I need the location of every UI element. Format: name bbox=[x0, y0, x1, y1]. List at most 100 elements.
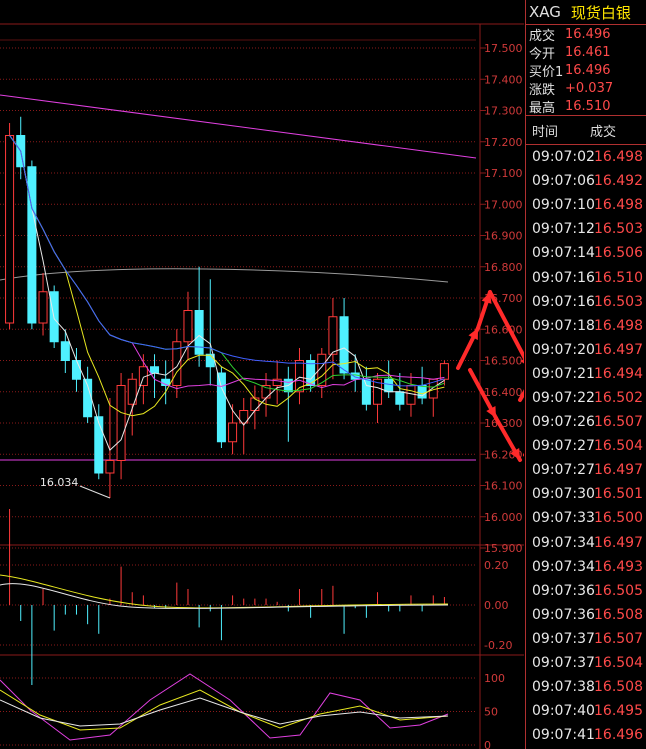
tick-row[interactable]: 09:07:27 16.504 bbox=[526, 434, 646, 458]
tick-time: 09:07:38 bbox=[532, 679, 595, 696]
tick-row[interactable]: 09:07:06 16.492 bbox=[526, 169, 646, 193]
candle-down bbox=[27, 166, 37, 324]
tick-price: 16.504 bbox=[594, 438, 643, 455]
candle-down bbox=[361, 378, 371, 405]
candle-down bbox=[216, 372, 226, 443]
tick-row[interactable]: 09:07:02 16.498 bbox=[526, 145, 646, 169]
quote-label: 今开 bbox=[529, 46, 556, 62]
tick-row[interactable]: 09:07:33 16.500 bbox=[526, 506, 646, 530]
tick-price: 16.505 bbox=[594, 582, 643, 599]
low-pointer bbox=[79, 485, 111, 499]
kdj-k-line bbox=[0, 697, 449, 727]
tick-time: 09:07:26 bbox=[532, 414, 595, 431]
tick-row[interactable]: 09:07:36 16.505 bbox=[526, 579, 646, 603]
tick-time: 09:07:21 bbox=[532, 365, 595, 382]
candlestick-chart[interactable]: 17.500 17.400 17.300 17.200 17.100 17.000 16.9… bbox=[0, 0, 524, 749]
quote-row: 最高 16.510 bbox=[526, 97, 646, 116]
tick-time: 09:07:37 bbox=[532, 655, 595, 672]
tick-time: 09:07:41 bbox=[532, 727, 595, 744]
tick-row[interactable]: 09:07:37 16.507 bbox=[526, 627, 646, 651]
macd-tick-label: -0.20 bbox=[484, 639, 512, 652]
tick-row[interactable]: 09:07:16 16.503 bbox=[526, 290, 646, 314]
tick-row[interactable]: 09:07:12 16.503 bbox=[526, 217, 646, 241]
tick-row[interactable]: 09:07:18 16.498 bbox=[526, 314, 646, 338]
tick-row[interactable]: 09:07:37 16.504 bbox=[526, 651, 646, 675]
tick-row[interactable]: 09:07:41 16.496 bbox=[526, 723, 646, 747]
price-tick-label: 16.100 bbox=[484, 480, 523, 493]
tick-time: 09:07:02 bbox=[532, 149, 595, 166]
symbol-label: XAG bbox=[529, 3, 561, 21]
price-tick-label: 16.500 bbox=[484, 355, 523, 368]
tick-price: 16.503 bbox=[594, 221, 643, 238]
quote-header: XAG 现货白银 bbox=[526, 0, 646, 25]
price-tick-label: 17.500 bbox=[484, 42, 523, 55]
tick-row[interactable]: 09:07:21 16.494 bbox=[526, 362, 646, 386]
tick-price: 16.495 bbox=[594, 703, 643, 720]
tick-price: 16.497 bbox=[594, 341, 643, 358]
tick-time: 09:07:30 bbox=[532, 486, 595, 503]
candle-down bbox=[384, 378, 394, 393]
tick-list[interactable]: 09:07:02 16.498 09:07:06 16.492 09:07:10 16.4… bbox=[526, 145, 646, 747]
price-tick-label: 16.000 bbox=[484, 511, 523, 524]
candle-up bbox=[116, 385, 126, 461]
kdj-tick-label: 0 bbox=[484, 739, 491, 749]
tick-time: 09:07:16 bbox=[532, 269, 595, 286]
price-tick-label: 16.900 bbox=[484, 230, 523, 243]
tick-price: 16.510 bbox=[594, 269, 643, 286]
quote-value: 16.496 bbox=[565, 62, 611, 78]
quote-value: 16.510 bbox=[565, 98, 611, 114]
tick-time: 09:07:27 bbox=[532, 462, 595, 479]
tick-time: 09:07:06 bbox=[532, 173, 595, 190]
candle-up bbox=[105, 460, 115, 474]
tick-row[interactable]: 09:07:40 16.495 bbox=[526, 699, 646, 723]
tick-price: 16.493 bbox=[594, 558, 643, 575]
candle-down bbox=[395, 391, 405, 405]
tick-time: 09:07:33 bbox=[532, 510, 595, 527]
candle-up bbox=[328, 316, 338, 355]
ma-green-line bbox=[9, 135, 445, 392]
tick-price: 16.504 bbox=[594, 655, 643, 672]
candle-up bbox=[439, 363, 449, 380]
tick-time-header: 时间 bbox=[532, 124, 559, 140]
candle-down bbox=[150, 366, 160, 374]
tick-price: 16.503 bbox=[594, 293, 643, 310]
candle-down bbox=[94, 416, 104, 474]
quote-row: 今开 16.461 bbox=[526, 43, 646, 62]
price-tick-label: 17.300 bbox=[484, 105, 523, 118]
instrument-name: 现货白银 bbox=[570, 3, 631, 22]
kdj-tick-label: 100 bbox=[484, 672, 505, 685]
quote-row: 成交 16.496 bbox=[526, 25, 646, 44]
tick-row[interactable]: 09:07:10 16.498 bbox=[526, 193, 646, 217]
tick-row[interactable]: 09:07:34 16.497 bbox=[526, 531, 646, 555]
tick-price: 16.498 bbox=[594, 149, 643, 166]
tick-row[interactable]: 09:07:30 16.501 bbox=[526, 482, 646, 506]
tick-row[interactable]: 09:07:38 16.508 bbox=[526, 675, 646, 699]
quote-row: 涨跌 +0.037 bbox=[526, 79, 646, 98]
tick-price: 16.497 bbox=[594, 534, 643, 551]
tick-row[interactable]: 09:07:16 16.510 bbox=[526, 265, 646, 289]
tick-price: 16.502 bbox=[594, 389, 643, 406]
tick-row[interactable]: 09:07:36 16.508 bbox=[526, 603, 646, 627]
chart-area[interactable]: 17.500 17.400 17.300 17.200 17.100 17.000 16.9… bbox=[0, 0, 524, 749]
quote-panel: XAG 现货白银 成交 16.496 今开 16.461 买价1 16.496 涨跌 +… bbox=[525, 0, 646, 749]
quote-label: 涨跌 bbox=[529, 82, 556, 98]
tick-row[interactable]: 09:07:20 16.497 bbox=[526, 338, 646, 362]
tick-row[interactable]: 09:07:14 16.506 bbox=[526, 241, 646, 265]
kdj-j-line bbox=[0, 673, 449, 741]
tick-row[interactable]: 09:07:34 16.493 bbox=[526, 555, 646, 579]
tick-row[interactable]: 09:07:27 16.497 bbox=[526, 458, 646, 482]
tick-time: 09:07:14 bbox=[532, 245, 595, 262]
candle-down bbox=[350, 372, 360, 380]
quote-label: 买价1 bbox=[529, 64, 564, 80]
price-tick-label: 16.400 bbox=[484, 386, 523, 399]
tick-row[interactable]: 09:07:22 16.502 bbox=[526, 386, 646, 410]
tick-time: 09:07:36 bbox=[532, 606, 595, 623]
candle-up bbox=[406, 385, 416, 405]
long-ma-line bbox=[0, 94, 477, 159]
low-annotation: 16.034 bbox=[40, 476, 79, 489]
tick-price: 16.507 bbox=[594, 414, 643, 431]
candle-down bbox=[339, 316, 349, 374]
price-tick-label: 17.000 bbox=[484, 198, 523, 211]
tick-row[interactable]: 09:07:26 16.507 bbox=[526, 410, 646, 434]
tick-price: 16.498 bbox=[594, 317, 643, 334]
